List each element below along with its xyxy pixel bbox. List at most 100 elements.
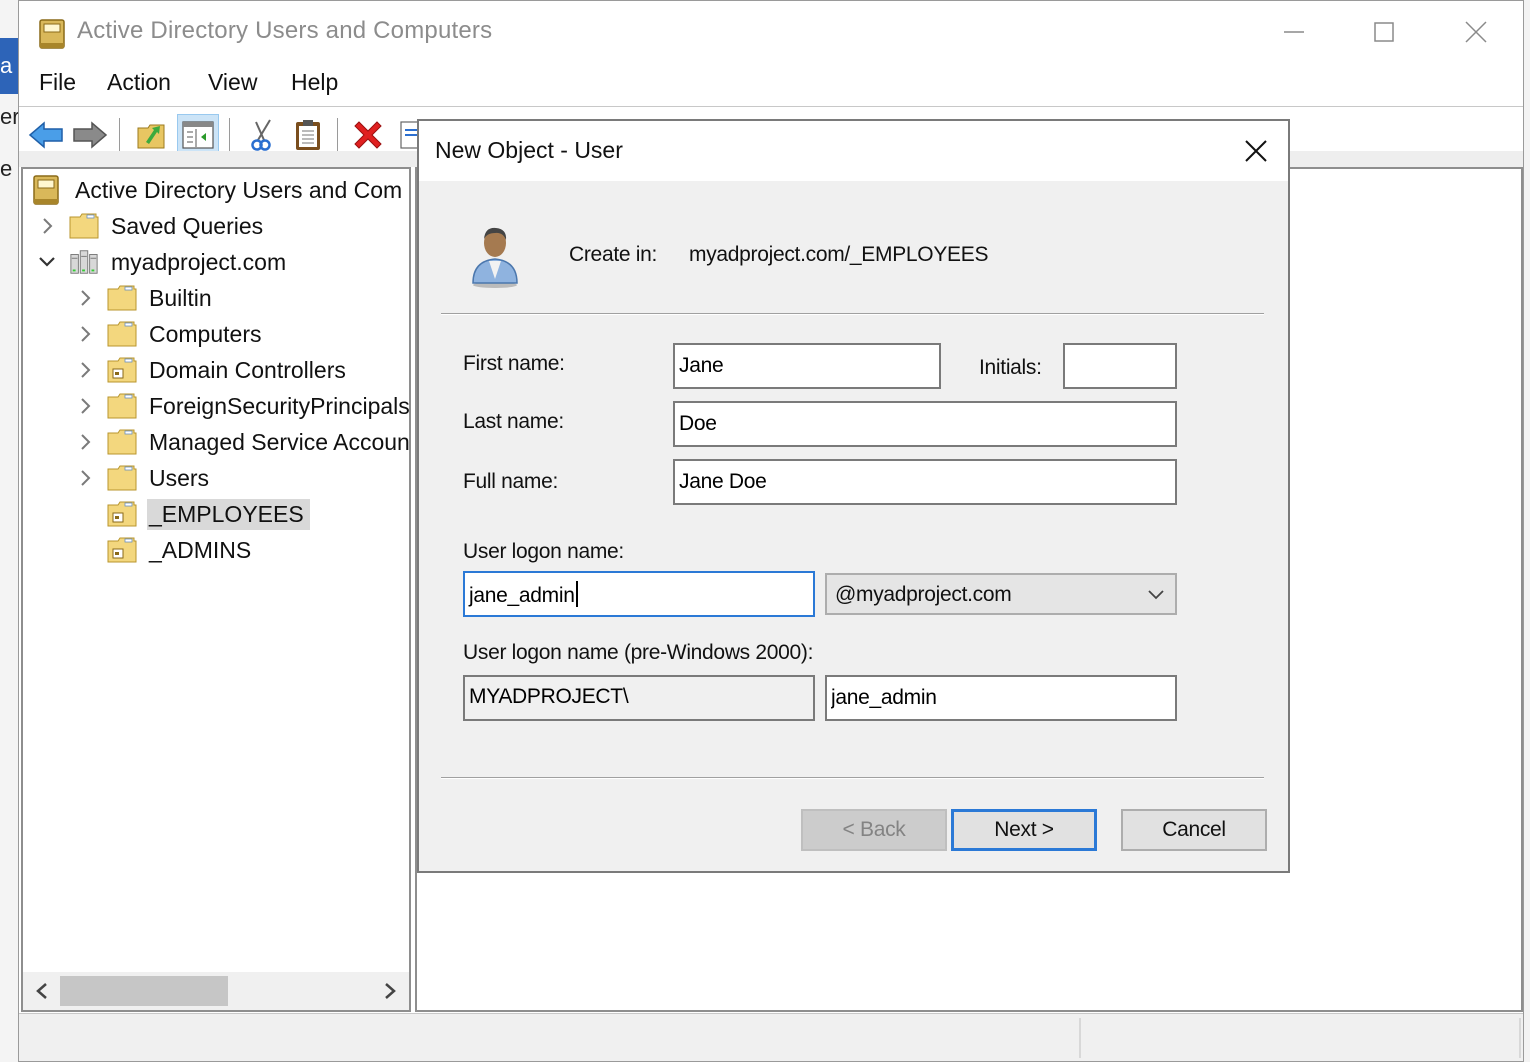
tree-item-label: Builtin (149, 284, 212, 311)
organizational-unit-icon (107, 500, 137, 528)
folder-icon (107, 320, 137, 348)
scrollbar-thumb[interactable] (60, 976, 228, 1006)
chevron-right-icon[interactable] (73, 425, 97, 459)
new-user-dialog: New Object - User Create in: myadproject… (417, 119, 1290, 873)
pre-windows-2000-name-input[interactable] (825, 675, 1177, 721)
chevron-right-icon (385, 983, 396, 999)
console-tree-pane: Active Directory Users and Com Saved Que… (21, 167, 411, 1012)
tree-item[interactable]: ForeignSecurityPrincipals (73, 389, 409, 423)
folder-icon (107, 284, 137, 312)
menu-file[interactable]: File (39, 69, 76, 96)
chevron-right-icon[interactable] (73, 317, 97, 351)
status-divider (1079, 1018, 1081, 1058)
toolbar-separator (337, 118, 338, 152)
tree-item-label: Computers (149, 320, 262, 347)
folder-up-icon (137, 124, 165, 149)
delete-x-icon (354, 121, 382, 149)
organizational-unit-icon (107, 536, 137, 564)
chevron-right-icon[interactable] (73, 353, 97, 387)
initials-input[interactable] (1063, 343, 1177, 389)
first-name-label: First name: (463, 352, 565, 375)
tree-item-label: _EMPLOYEES (147, 498, 310, 530)
close-window-button[interactable] (1446, 11, 1506, 53)
maximize-icon (1374, 22, 1394, 42)
menu-view[interactable]: View (208, 69, 257, 96)
full-name-input[interactable] (673, 459, 1177, 505)
divider (441, 777, 1264, 779)
tree-horizontal-scrollbar[interactable] (23, 972, 409, 1010)
chevron-down-icon[interactable] (35, 245, 59, 279)
organizational-unit-icon (107, 356, 137, 384)
background-desktop: a er e (0, 0, 20, 1062)
user-logon-name-input[interactable]: jane_admin (463, 571, 815, 617)
tree-item-label: Managed Service Accounts (149, 428, 409, 455)
tree-item-label: Domain Controllers (149, 356, 346, 383)
tree-item[interactable]: _EMPLOYEES (73, 497, 310, 531)
minimize-icon (1284, 31, 1304, 33)
aduc-app-icon (39, 19, 65, 49)
chevron-right-icon[interactable] (73, 461, 97, 495)
tree-root-item[interactable]: Active Directory Users and Com (33, 173, 408, 207)
toolbar-separator (119, 118, 120, 152)
dialog-close-button[interactable] (1238, 133, 1274, 169)
scroll-right-button[interactable] (375, 976, 405, 1006)
console-tree-icon (182, 121, 214, 149)
user-logon-name-label: User logon name: (463, 540, 624, 563)
text-caret (575, 581, 578, 607)
folder-icon (107, 464, 137, 492)
close-icon (1465, 21, 1487, 43)
status-divider (1519, 1018, 1521, 1058)
background-window-fragment: a (0, 38, 20, 94)
back-button[interactable]: < Back (801, 809, 947, 851)
cut-button[interactable] (241, 114, 283, 156)
pre-windows-2000-domain-field: MYADPROJECT\ (463, 675, 815, 721)
tree-item[interactable]: Domain Controllers (73, 353, 352, 387)
chevron-right-icon[interactable] (35, 209, 59, 243)
tree-item[interactable]: Users (73, 461, 215, 495)
chevron-down-icon (1148, 590, 1164, 600)
cancel-button[interactable]: Cancel (1121, 809, 1267, 851)
scissors-icon (251, 119, 271, 151)
toolbar-separator (229, 118, 230, 152)
last-name-label: Last name: (463, 410, 564, 433)
forward-button[interactable] (69, 114, 111, 156)
tree-item[interactable]: Saved Queries (35, 209, 269, 243)
status-bar (19, 1013, 1523, 1061)
up-one-level-button[interactable] (131, 114, 173, 156)
scroll-left-button[interactable] (27, 976, 57, 1006)
chevron-right-icon[interactable] (73, 389, 97, 423)
tree-item[interactable]: _ADMINS (73, 533, 257, 567)
tree-item[interactable]: myadproject.com (35, 245, 292, 279)
minimize-button[interactable] (1264, 11, 1324, 53)
menu-action[interactable]: Action (107, 69, 171, 96)
paste-button[interactable] (287, 114, 329, 156)
tree-item-label: Active Directory Users and Com (75, 176, 403, 203)
dialog-title-bar: New Object - User (419, 121, 1288, 181)
clipboard-icon (296, 120, 320, 150)
tree-item-label: Saved Queries (111, 212, 264, 239)
delete-button[interactable] (347, 114, 389, 156)
upn-suffix-dropdown[interactable]: @myadproject.com (825, 573, 1177, 615)
last-name-input[interactable] (673, 401, 1177, 447)
menu-help[interactable]: Help (291, 69, 338, 96)
create-in-label: Create in: (569, 243, 658, 266)
maximize-button[interactable] (1354, 11, 1414, 53)
dialog-title: New Object - User (435, 137, 623, 163)
tree-item[interactable]: Builtin (73, 281, 218, 315)
initials-label: Initials: (979, 356, 1042, 379)
title-bar: Active Directory Users and Computers (19, 1, 1523, 63)
back-button[interactable] (25, 114, 67, 156)
tree-item-label: ForeignSecurityPrincipals (149, 392, 409, 419)
user-icon (472, 227, 518, 288)
chevron-right-icon[interactable] (73, 281, 97, 315)
tree-item[interactable]: Computers (73, 317, 267, 351)
tree-scroll-area: Active Directory Users and Com Saved Que… (23, 169, 409, 969)
folder-icon (69, 212, 99, 240)
first-name-input[interactable] (673, 343, 941, 389)
next-button[interactable]: Next > (951, 809, 1097, 851)
tree-item-label: _ADMINS (149, 536, 252, 563)
show-hide-console-tree-button[interactable] (177, 114, 219, 156)
tree-item[interactable]: Managed Service Accounts (73, 425, 409, 459)
